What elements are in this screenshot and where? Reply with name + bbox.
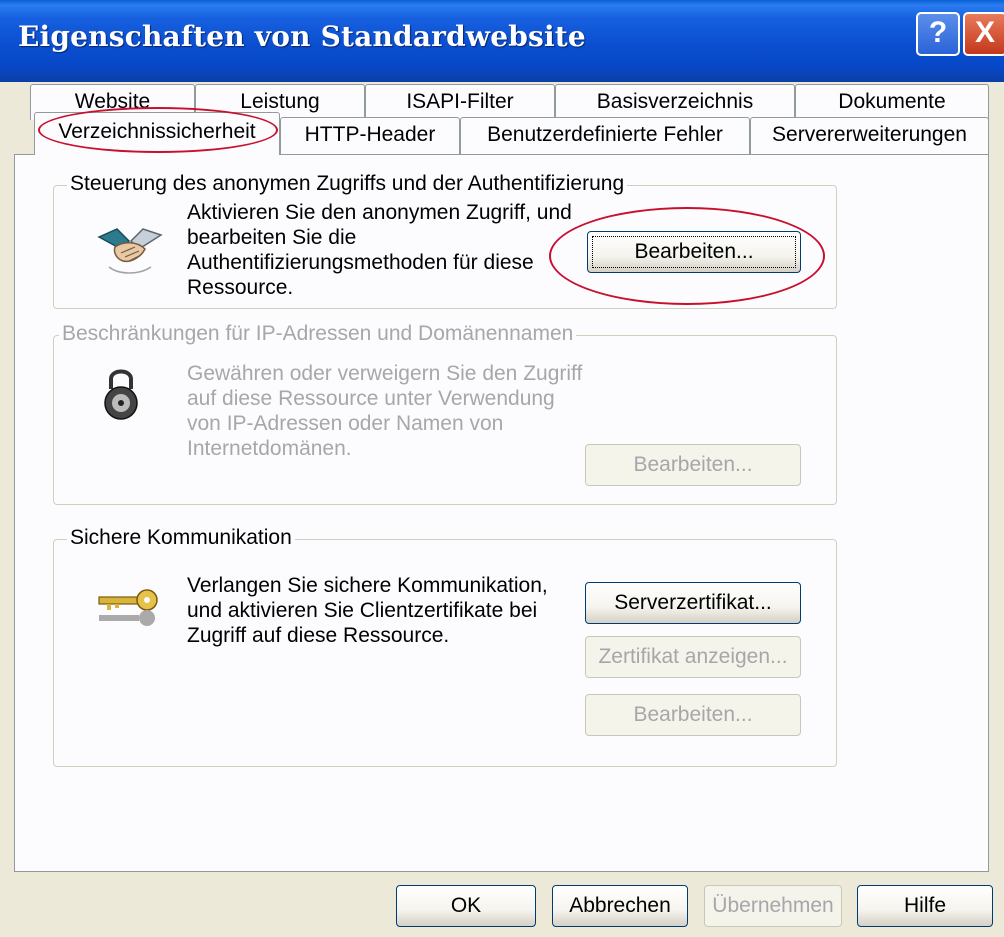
desc-line: und aktivieren Sie Clientzertifikate bei [187,599,538,622]
tab-label: Servererweiterungen [772,123,967,146]
button-label: Abbrechen [569,894,671,917]
desc-line: Zugriff auf diese Ressource. [187,624,450,647]
tab-http-header[interactable]: HTTP-Header [280,117,460,154]
button-label: Serverzertifikat... [614,591,772,614]
tab-servererweiterungen[interactable]: Servererweiterungen [750,117,989,154]
desc-line: Internetdomänen. [187,437,352,460]
tab-dokumente[interactable]: Dokumente [795,84,989,120]
properties-dialog: Eigenschaften von Standardwebsite ? X We… [0,0,1004,937]
button-label: Bearbeiten... [633,453,753,476]
tab-label: ISAPI-Filter [406,90,514,113]
secure-group-legend: Sichere Kommunikation [67,526,295,550]
help-icon[interactable]: ? [916,12,960,56]
desc-line: Verlangen Sie sichere Kommunikation, [187,574,548,597]
title-bar[interactable]: Eigenschaften von Standardwebsite ? X [0,0,1004,82]
tab-label: HTTP-Header [304,123,436,146]
tab-verzeichnissicherheit[interactable]: Verzeichnissicherheit [34,112,280,155]
desc-line: Authentifizierungsmethoden für diese [187,251,534,274]
tab-label: Benutzerdefinierte Fehler [487,123,723,146]
ok-button[interactable]: OK [396,885,536,927]
view-certificate-button[interactable]: Zertifikat anzeigen... [585,636,801,678]
button-label: Zertifikat anzeigen... [598,645,788,668]
secure-description: Verlangen Sie sichere Kommunikation, und… [187,573,587,648]
focus-rect [592,236,796,268]
handshake-icon [97,228,163,274]
auth-edit-button[interactable]: Bearbeiten... [587,231,801,273]
apply-button[interactable]: Übernehmen [704,885,842,927]
ip-group-legend: Beschränkungen für IP-Adressen und Domän… [59,322,577,346]
help-button[interactable]: Hilfe [857,885,993,927]
button-label: OK [450,894,482,917]
ip-edit-button[interactable]: Bearbeiten... [585,444,801,486]
ip-description: Gewähren oder verweigern Sie den Zugriff… [187,361,587,461]
tab-basisverzeichnis[interactable]: Basisverzeichnis [555,84,795,120]
button-label: Bearbeiten... [633,703,753,726]
key-icon [98,589,158,626]
desc-line: Gewähren oder verweigern Sie den Zugriff [187,362,583,385]
desc-line: Aktivieren Sie den anonymen Zugriff, und [187,201,572,224]
auth-description: Aktivieren Sie den anonymen Zugriff, und… [187,200,587,300]
tab-label: Basisverzeichnis [596,90,754,113]
auth-group-legend: Steuerung des anonymen Zugriffs und der … [67,172,628,196]
server-certificate-button[interactable]: Serverzertifikat... [585,582,801,624]
button-label: Hilfe [903,894,946,917]
desc-line: von IP-Adressen oder Namen von [187,412,504,435]
desc-line: auf diese Ressource unter Verwendung [187,387,555,410]
tab-isapi-filter[interactable]: ISAPI-Filter [365,84,555,120]
tab-benutzerdefinierte-fehler[interactable]: Benutzerdefinierte Fehler [460,117,750,154]
desc-line: bearbeiten Sie die [187,226,357,249]
tab-label: Verzeichnissicherheit [58,120,256,143]
secure-edit-button[interactable]: Bearbeiten... [585,694,801,736]
tab-label: Dokumente [838,90,946,113]
padlock-icon [104,369,138,420]
desc-line: Ressource. [187,276,294,299]
window-title: Eigenschaften von Standardwebsite [18,20,586,53]
close-icon[interactable]: X [963,12,1004,56]
button-label: Übernehmen [712,894,834,917]
tab-panel: Steuerung des anonymen Zugriffs und der … [14,154,989,872]
cancel-button[interactable]: Abbrechen [552,885,688,927]
